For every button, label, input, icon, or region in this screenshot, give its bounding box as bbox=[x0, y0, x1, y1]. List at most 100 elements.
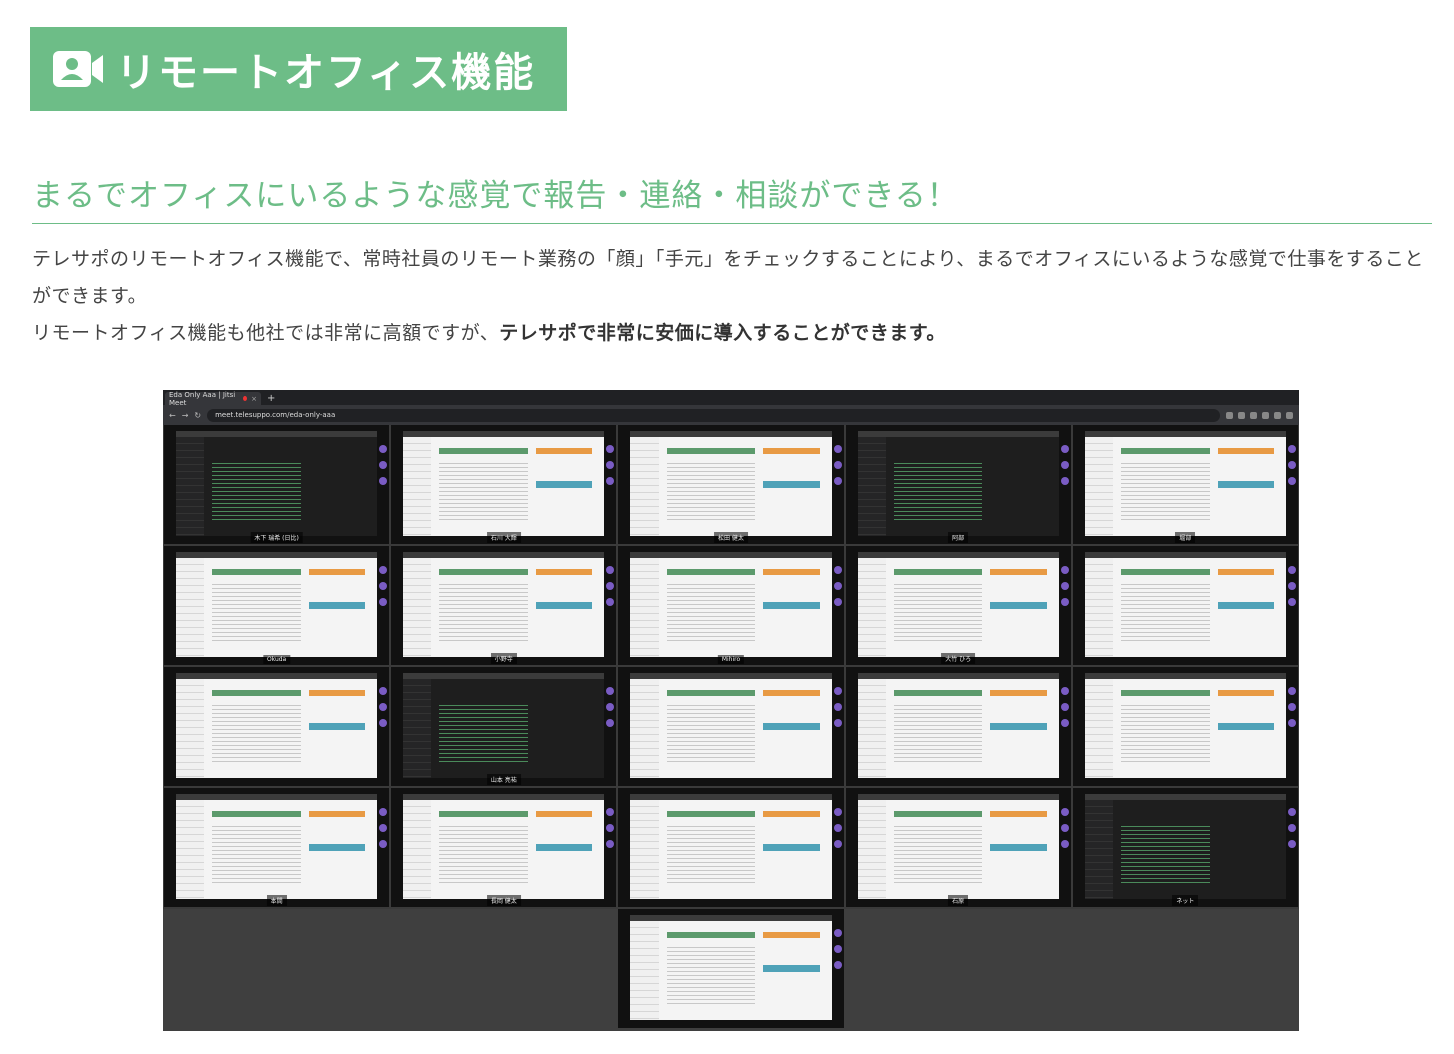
screen-sidebar bbox=[857, 558, 886, 657]
avatar bbox=[379, 687, 388, 695]
video-tile[interactable]: 山本 亮祐 bbox=[391, 667, 617, 786]
body-paragraph-2: リモートオフィス機能も他社では非常に高額ですが、テレサポで非常に安価に導入するこ… bbox=[32, 322, 946, 344]
screen-sidebar bbox=[403, 558, 432, 657]
extension-icon[interactable] bbox=[1274, 411, 1281, 419]
video-tile[interactable] bbox=[618, 667, 844, 786]
video-tile[interactable]: 小野寺 bbox=[391, 546, 617, 665]
video-tile[interactable]: Mihiro bbox=[618, 546, 844, 665]
video-tile[interactable]: 大竹 ひろ bbox=[845, 546, 1071, 665]
close-icon[interactable]: × bbox=[251, 395, 257, 403]
video-tile[interactable]: 石原 bbox=[845, 788, 1071, 907]
participant-name: Okuda bbox=[262, 655, 291, 664]
extension-icon[interactable] bbox=[1238, 411, 1245, 419]
back-icon[interactable]: ← bbox=[169, 411, 176, 420]
extension-icon[interactable] bbox=[1262, 411, 1269, 419]
extension-icon[interactable] bbox=[1226, 411, 1233, 419]
avatar bbox=[1287, 461, 1296, 469]
window-bar bbox=[403, 431, 605, 437]
video-tile[interactable]: 長岡 健太 bbox=[391, 788, 617, 907]
avatar bbox=[379, 477, 388, 485]
shared-screen bbox=[630, 794, 832, 899]
screen-panel-orange bbox=[1217, 568, 1274, 576]
screen-content-lines bbox=[1121, 460, 1210, 524]
avatar bbox=[379, 824, 388, 832]
extension-icons bbox=[1226, 411, 1293, 419]
screen-sidebar bbox=[403, 679, 432, 778]
screen-sidebar bbox=[630, 558, 659, 657]
video-tile[interactable] bbox=[618, 788, 844, 907]
video-tile[interactable]: 阿部 bbox=[845, 425, 1071, 544]
avatar bbox=[606, 824, 615, 832]
participant-avatars bbox=[379, 808, 388, 848]
screen-panel-teal bbox=[763, 602, 820, 609]
screen-sidebar bbox=[630, 679, 659, 778]
video-tile[interactable] bbox=[845, 667, 1071, 786]
avatar bbox=[833, 582, 842, 590]
window-bar bbox=[1084, 673, 1286, 679]
window-bar bbox=[630, 673, 832, 679]
avatar bbox=[833, 945, 842, 953]
video-tile[interactable]: 石川 大輝 bbox=[391, 425, 617, 544]
participant-name: 長岡 健太 bbox=[486, 895, 521, 906]
screen-content-lines bbox=[893, 702, 983, 766]
screen-content-lines bbox=[439, 823, 528, 887]
screen-header-bar bbox=[893, 689, 983, 697]
window-bar bbox=[1084, 552, 1286, 558]
extension-icon[interactable] bbox=[1250, 411, 1257, 419]
screen-panel-teal bbox=[763, 965, 820, 972]
avatar bbox=[1060, 582, 1069, 590]
participant-avatars bbox=[606, 566, 615, 606]
screen-header-bar bbox=[1121, 568, 1210, 576]
video-tile-grid: 木下 瑞希 (日比) 石川 大輝 松田 健太 阿部 堀部 Okuda 小野寺 Mihiro 大竹… bbox=[163, 425, 1299, 1031]
avatar bbox=[833, 445, 842, 453]
screen-panel-teal bbox=[763, 844, 820, 851]
participant-avatars bbox=[379, 687, 388, 727]
screen-content-lines bbox=[666, 944, 756, 1008]
avatar bbox=[1287, 445, 1296, 453]
screen-panel-orange bbox=[990, 810, 1047, 818]
window-bar bbox=[857, 431, 1059, 437]
reload-icon[interactable]: ↻ bbox=[194, 411, 201, 420]
window-bar bbox=[176, 673, 378, 679]
avatar bbox=[1060, 445, 1069, 453]
extension-icon[interactable] bbox=[1286, 411, 1293, 419]
address-bar[interactable]: meet.telesuppo.com/eda-only-aaa bbox=[207, 408, 1220, 422]
screen-content-lines bbox=[212, 823, 301, 887]
video-tile[interactable]: ネット bbox=[1072, 788, 1298, 907]
avatar bbox=[833, 598, 842, 606]
video-tile[interactable]: 本間 bbox=[164, 788, 390, 907]
participant-avatars bbox=[833, 566, 842, 606]
participant-avatars bbox=[379, 566, 388, 606]
shared-screen bbox=[176, 794, 378, 899]
section-badge: リモートオフィス機能 bbox=[30, 27, 567, 111]
screen-panel-orange bbox=[763, 447, 820, 455]
body-emphasis: テレサポで非常に安価に導入することができます。 bbox=[499, 322, 946, 344]
avatar bbox=[1287, 703, 1296, 711]
new-tab-icon[interactable]: + bbox=[267, 392, 275, 405]
browser-tab[interactable]: Eda Only Aaa | Jitsi Meet × bbox=[165, 391, 261, 407]
screen-panel-orange bbox=[763, 931, 820, 939]
avatar bbox=[379, 461, 388, 469]
video-tile[interactable]: 松田 健太 bbox=[618, 425, 844, 544]
avatar bbox=[606, 461, 615, 469]
forward-icon[interactable]: → bbox=[182, 411, 189, 420]
window-bar bbox=[176, 431, 378, 437]
window-bar bbox=[630, 431, 832, 437]
video-tile[interactable] bbox=[1072, 667, 1298, 786]
screen-sidebar bbox=[176, 800, 205, 899]
shared-screen bbox=[176, 431, 378, 536]
avatar bbox=[1287, 840, 1296, 848]
screen-sidebar bbox=[403, 800, 432, 899]
video-tile[interactable] bbox=[1072, 546, 1298, 665]
participant-name: 石川 大輝 bbox=[486, 532, 521, 543]
screen-content-lines bbox=[666, 581, 756, 645]
avatar bbox=[1287, 477, 1296, 485]
video-tile[interactable]: 堀部 bbox=[1072, 425, 1298, 544]
avatar bbox=[1060, 719, 1069, 727]
video-tile[interactable] bbox=[618, 909, 844, 1028]
screen-sidebar bbox=[403, 437, 432, 536]
video-tile[interactable] bbox=[164, 667, 390, 786]
video-tile[interactable]: Okuda bbox=[164, 546, 390, 665]
video-tile[interactable]: 木下 瑞希 (日比) bbox=[164, 425, 390, 544]
screen-content-lines bbox=[1121, 581, 1210, 645]
